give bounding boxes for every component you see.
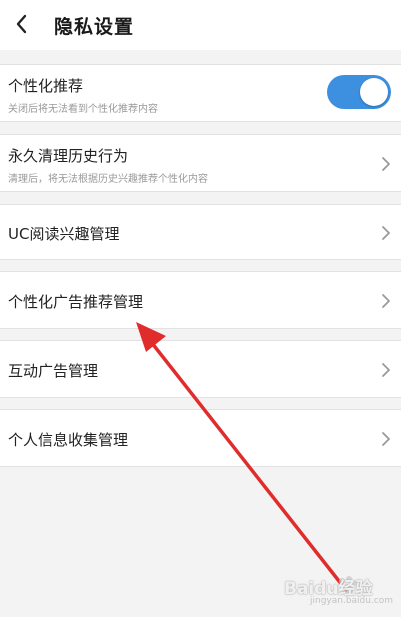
row-label: 个性化推荐 xyxy=(8,77,84,95)
personalized-recommend-row: 个性化推荐 关闭后将无法看到个性化推荐内容 xyxy=(0,64,401,122)
toggle-knob xyxy=(360,78,388,106)
page-title: 隐私设置 xyxy=(54,16,135,38)
chevron-right-icon xyxy=(382,226,390,240)
uc-reading-interest-row[interactable]: UC阅读兴趣管理 xyxy=(0,204,401,260)
chevron-right-icon xyxy=(382,294,390,308)
back-button[interactable] xyxy=(10,10,34,38)
row-label: 个性化广告推荐管理 xyxy=(8,293,144,311)
row-label: 永久清理历史行为 xyxy=(8,147,129,165)
row-subtitle: 清理后，将无法根据历史兴趣推荐个性化内容 xyxy=(8,174,208,185)
header-bar: 隐私设置 xyxy=(0,0,401,50)
clear-history-row[interactable]: 永久清理历史行为 清理后，将无法根据历史兴趣推荐个性化内容 xyxy=(0,134,401,192)
interactive-ad-row[interactable]: 互动广告管理 xyxy=(0,340,401,398)
chevron-right-icon xyxy=(382,363,390,377)
watermark-subtext: jingyan.baidu.com xyxy=(310,596,394,606)
chevron-right-icon xyxy=(382,432,390,446)
personal-info-collection-row[interactable]: 个人信息收集管理 xyxy=(0,409,401,467)
chevron-right-icon xyxy=(382,157,390,171)
row-label: 个人信息收集管理 xyxy=(8,431,129,449)
personalized-recommend-toggle[interactable] xyxy=(327,75,391,109)
chevron-left-icon xyxy=(16,14,27,34)
personalized-ad-row[interactable]: 个性化广告推荐管理 xyxy=(0,271,401,329)
row-label: 互动广告管理 xyxy=(8,362,99,380)
row-label: UC阅读兴趣管理 xyxy=(8,225,120,243)
row-subtitle: 关闭后将无法看到个性化推荐内容 xyxy=(8,104,158,115)
baidu-jingyan-watermark: Baidu经验 jingyan.baidu.com xyxy=(284,572,396,608)
privacy-settings-page: 隐私设置 个性化推荐 关闭后将无法看到个性化推荐内容 永久清理历史行为 清理后，… xyxy=(0,0,401,617)
